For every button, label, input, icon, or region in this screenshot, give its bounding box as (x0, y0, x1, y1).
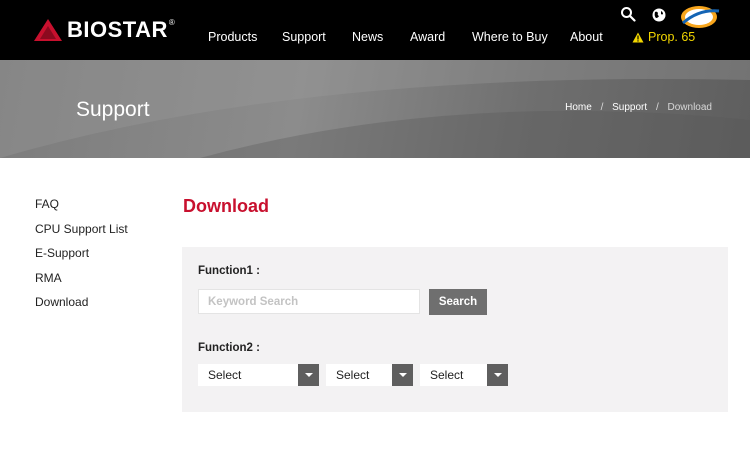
function2-label: Function2 : (198, 342, 260, 354)
nav-award[interactable]: Award (410, 30, 445, 44)
breadcrumb-separator: / (600, 102, 604, 113)
breadcrumb-support[interactable]: Support (612, 102, 647, 113)
chevron-down-icon (392, 364, 413, 386)
brand-reg: ® (168, 17, 175, 27)
select-dropdown-2[interactable]: Select (326, 364, 413, 386)
nav-about[interactable]: About (570, 30, 603, 44)
sidebar-item-faq[interactable]: FAQ (35, 197, 59, 211)
select-value: Select (336, 368, 370, 382)
breadcrumb-home[interactable]: Home (565, 102, 592, 113)
chevron-down-icon (487, 364, 508, 386)
section-title: Download (183, 196, 269, 216)
biostar-logo[interactable]: BIOSTAR ® (33, 15, 175, 45)
chevron-down-icon (298, 364, 319, 386)
page-title: Support (76, 98, 150, 121)
select-value: Select (430, 368, 464, 382)
newegg-logo[interactable] (679, 5, 723, 29)
nav-support[interactable]: Support (282, 30, 326, 44)
top-nav-bar: BIOSTAR ® Products Support News Award Wh… (0, 0, 750, 60)
nav-products[interactable]: Products (208, 30, 257, 44)
brand-name: BIOSTAR (67, 17, 168, 42)
function1-label: Function1 : (198, 265, 260, 277)
sidebar-item-cpu-support-list[interactable]: CPU Support List (35, 222, 128, 236)
search-icon[interactable] (620, 6, 636, 22)
nav-prop65[interactable]: Prop. 65 (632, 30, 695, 44)
globe-icon[interactable] (651, 7, 667, 23)
download-search-panel (182, 247, 728, 412)
sidebar-item-rma[interactable]: RMA (35, 271, 62, 285)
breadcrumb: Home / Support / Download (565, 102, 712, 113)
nav-where-to-buy[interactable]: Where to Buy (472, 30, 548, 44)
sidebar-item-download[interactable]: Download (35, 295, 88, 309)
breadcrumb-separator: / (655, 102, 659, 113)
warning-icon (632, 32, 644, 42)
select-dropdown-3[interactable]: Select (420, 364, 508, 386)
select-dropdown-1[interactable]: Select (198, 364, 319, 386)
biostar-mark-icon (34, 19, 62, 41)
keyword-search-input[interactable] (198, 289, 420, 314)
page-hero-banner: Support Home / Support / Download (0, 60, 750, 158)
prop65-label: Prop. 65 (648, 30, 696, 44)
select-value: Select (208, 368, 242, 382)
breadcrumb-current: Download (667, 102, 712, 113)
search-button[interactable]: Search (429, 289, 487, 315)
nav-news[interactable]: News (352, 30, 383, 44)
sidebar-item-e-support[interactable]: E-Support (35, 246, 89, 260)
